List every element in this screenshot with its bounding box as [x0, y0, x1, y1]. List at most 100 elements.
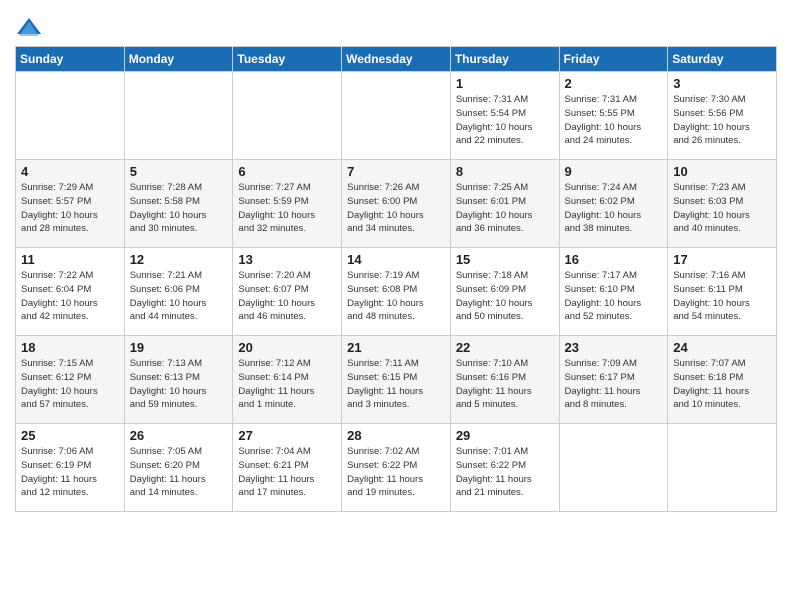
day-cell: 10Sunrise: 7:23 AMSunset: 6:03 PMDayligh…	[668, 160, 777, 248]
day-number: 2	[565, 76, 663, 91]
day-cell: 9 Sunrise: 7:24 AMSunset: 6:02 PMDaylight…	[559, 160, 668, 248]
day-cell: 12 Sunrise: 7:21 AMSunset: 6:06 PMDayligh…	[124, 248, 233, 336]
day-info: Sunrise: 7:06 AMSunset: 6:19 PMDaylight:…	[21, 445, 119, 500]
day-cell: 14 Sunrise: 7:19 AMSunset: 6:08 PMDayligh…	[342, 248, 451, 336]
day-cell: 25 Sunrise: 7:06 AMSunset: 6:19 PMDayligh…	[16, 424, 125, 512]
day-cell: 24 Sunrise: 7:07 AMSunset: 6:18 PMDayligh…	[668, 336, 777, 424]
header-cell-tuesday: Tuesday	[233, 47, 342, 72]
day-cell: 26 Sunrise: 7:05 AMSunset: 6:20 PMDayligh…	[124, 424, 233, 512]
day-info: Sunrise: 7:22 AMSunset: 6:04 PMDaylight:…	[21, 269, 119, 324]
header-cell-monday: Monday	[124, 47, 233, 72]
day-info: Sunrise: 7:27 AMSunset: 5:59 PMDaylight:…	[238, 181, 336, 236]
day-cell: 16Sunrise: 7:17 AMSunset: 6:10 PMDayligh…	[559, 248, 668, 336]
day-info: Sunrise: 7:24 AMSunset: 6:02 PMDaylight:…	[565, 181, 663, 236]
header-row: SundayMondayTuesdayWednesdayThursdayFrid…	[16, 47, 777, 72]
day-number: 13	[238, 252, 336, 267]
day-number: 14	[347, 252, 445, 267]
day-info: Sunrise: 7:11 AMSunset: 6:15 PMDaylight:…	[347, 357, 445, 412]
day-cell	[668, 424, 777, 512]
day-cell: 4 Sunrise: 7:29 AMSunset: 5:57 PMDaylight…	[16, 160, 125, 248]
day-info: Sunrise: 7:05 AMSunset: 6:20 PMDaylight:…	[130, 445, 228, 500]
day-cell: 29 Sunrise: 7:01 AMSunset: 6:22 PMDayligh…	[450, 424, 559, 512]
week-row-3: 11 Sunrise: 7:22 AMSunset: 6:04 PMDayligh…	[16, 248, 777, 336]
day-cell: 2Sunrise: 7:31 AMSunset: 5:55 PMDaylight…	[559, 72, 668, 160]
day-number: 20	[238, 340, 336, 355]
day-info: Sunrise: 7:16 AMSunset: 6:11 PMDaylight:…	[673, 269, 771, 324]
day-number: 29	[456, 428, 554, 443]
day-cell: 8 Sunrise: 7:25 AMSunset: 6:01 PMDaylight…	[450, 160, 559, 248]
week-row-2: 4 Sunrise: 7:29 AMSunset: 5:57 PMDaylight…	[16, 160, 777, 248]
day-cell: 5 Sunrise: 7:28 AMSunset: 5:58 PMDaylight…	[124, 160, 233, 248]
day-info: Sunrise: 7:10 AMSunset: 6:16 PMDaylight:…	[456, 357, 554, 412]
day-number: 7	[347, 164, 445, 179]
day-cell: 23 Sunrise: 7:09 AMSunset: 6:17 PMDayligh…	[559, 336, 668, 424]
day-cell	[559, 424, 668, 512]
day-cell	[233, 72, 342, 160]
page: SundayMondayTuesdayWednesdayThursdayFrid…	[0, 0, 792, 527]
day-cell: 21 Sunrise: 7:11 AMSunset: 6:15 PMDayligh…	[342, 336, 451, 424]
day-number: 6	[238, 164, 336, 179]
logo-icon	[15, 14, 43, 42]
day-info: Sunrise: 7:28 AMSunset: 5:58 PMDaylight:…	[130, 181, 228, 236]
header-cell-sunday: Sunday	[16, 47, 125, 72]
day-cell: 20Sunrise: 7:12 AMSunset: 6:14 PMDayligh…	[233, 336, 342, 424]
day-number: 5	[130, 164, 228, 179]
day-info: Sunrise: 7:01 AMSunset: 6:22 PMDaylight:…	[456, 445, 554, 500]
day-cell: 11 Sunrise: 7:22 AMSunset: 6:04 PMDayligh…	[16, 248, 125, 336]
day-number: 15	[456, 252, 554, 267]
day-number: 10	[673, 164, 771, 179]
day-info: Sunrise: 7:18 AMSunset: 6:09 PMDaylight:…	[456, 269, 554, 324]
day-cell: 22 Sunrise: 7:10 AMSunset: 6:16 PMDayligh…	[450, 336, 559, 424]
day-number: 28	[347, 428, 445, 443]
day-number: 3	[673, 76, 771, 91]
day-info: Sunrise: 7:31 AMSunset: 5:54 PMDaylight:…	[456, 93, 554, 148]
day-info: Sunrise: 7:19 AMSunset: 6:08 PMDaylight:…	[347, 269, 445, 324]
day-number: 23	[565, 340, 663, 355]
day-cell	[342, 72, 451, 160]
day-info: Sunrise: 7:09 AMSunset: 6:17 PMDaylight:…	[565, 357, 663, 412]
day-cell: 15 Sunrise: 7:18 AMSunset: 6:09 PMDayligh…	[450, 248, 559, 336]
week-row-5: 25 Sunrise: 7:06 AMSunset: 6:19 PMDayligh…	[16, 424, 777, 512]
day-cell	[16, 72, 125, 160]
day-cell: 18Sunrise: 7:15 AMSunset: 6:12 PMDayligh…	[16, 336, 125, 424]
day-number: 11	[21, 252, 119, 267]
day-info: Sunrise: 7:13 AMSunset: 6:13 PMDaylight:…	[130, 357, 228, 412]
day-number: 12	[130, 252, 228, 267]
day-number: 8	[456, 164, 554, 179]
day-cell: 19 Sunrise: 7:13 AMSunset: 6:13 PMDayligh…	[124, 336, 233, 424]
header-cell-saturday: Saturday	[668, 47, 777, 72]
day-info: Sunrise: 7:25 AMSunset: 6:01 PMDaylight:…	[456, 181, 554, 236]
day-cell: 27Sunrise: 7:04 AMSunset: 6:21 PMDayligh…	[233, 424, 342, 512]
day-info: Sunrise: 7:17 AMSunset: 6:10 PMDaylight:…	[565, 269, 663, 324]
header-cell-thursday: Thursday	[450, 47, 559, 72]
day-number: 9	[565, 164, 663, 179]
day-info: Sunrise: 7:26 AMSunset: 6:00 PMDaylight:…	[347, 181, 445, 236]
day-info: Sunrise: 7:21 AMSunset: 6:06 PMDaylight:…	[130, 269, 228, 324]
day-info: Sunrise: 7:20 AMSunset: 6:07 PMDaylight:…	[238, 269, 336, 324]
day-cell: 13 Sunrise: 7:20 AMSunset: 6:07 PMDayligh…	[233, 248, 342, 336]
day-number: 25	[21, 428, 119, 443]
day-info: Sunrise: 7:29 AMSunset: 5:57 PMDaylight:…	[21, 181, 119, 236]
header-cell-friday: Friday	[559, 47, 668, 72]
day-number: 19	[130, 340, 228, 355]
day-info: Sunrise: 7:30 AMSunset: 5:56 PMDaylight:…	[673, 93, 771, 148]
day-number: 22	[456, 340, 554, 355]
day-number: 27	[238, 428, 336, 443]
day-cell: 17 Sunrise: 7:16 AMSunset: 6:11 PMDayligh…	[668, 248, 777, 336]
day-info: Sunrise: 7:02 AMSunset: 6:22 PMDaylight:…	[347, 445, 445, 500]
day-number: 26	[130, 428, 228, 443]
day-cell: 3 Sunrise: 7:30 AMSunset: 5:56 PMDaylight…	[668, 72, 777, 160]
day-number: 18	[21, 340, 119, 355]
day-number: 21	[347, 340, 445, 355]
day-number: 17	[673, 252, 771, 267]
logo	[15, 14, 47, 42]
header	[15, 10, 777, 42]
header-cell-wednesday: Wednesday	[342, 47, 451, 72]
day-cell: 7 Sunrise: 7:26 AMSunset: 6:00 PMDaylight…	[342, 160, 451, 248]
day-info: Sunrise: 7:07 AMSunset: 6:18 PMDaylight:…	[673, 357, 771, 412]
day-number: 24	[673, 340, 771, 355]
day-number: 4	[21, 164, 119, 179]
day-cell: 6 Sunrise: 7:27 AMSunset: 5:59 PMDaylight…	[233, 160, 342, 248]
day-cell: 28 Sunrise: 7:02 AMSunset: 6:22 PMDayligh…	[342, 424, 451, 512]
week-row-1: 1Sunrise: 7:31 AMSunset: 5:54 PMDaylight…	[16, 72, 777, 160]
